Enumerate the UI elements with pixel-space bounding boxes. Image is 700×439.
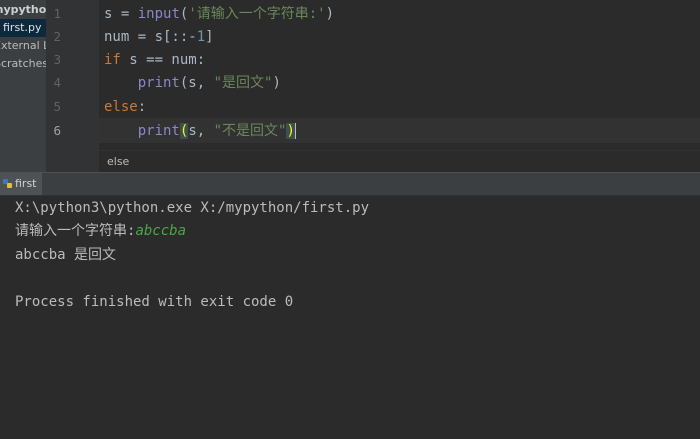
- code-editor[interactable]: s = input('请输入一个字符串:') num = s[::-1] if …: [99, 0, 700, 150]
- code-token: =: [112, 6, 138, 22]
- code-token-builtin: print: [137, 123, 180, 139]
- line-number: 5: [53, 99, 61, 114]
- console-prompt: 请输入一个字符串:: [15, 223, 136, 239]
- code-line-6[interactable]: print(s, "不是回文"): [104, 120, 296, 142]
- code-line-1[interactable]: s = input('请输入一个字符串:'): [104, 3, 334, 25]
- code-token-keyword: if: [104, 52, 121, 68]
- code-token-number: 1: [196, 29, 206, 45]
- project-external-libraries[interactable]: External Libraries: [0, 37, 46, 55]
- code-token-brace-match: ): [286, 123, 295, 139]
- code-token: :: [137, 99, 147, 115]
- code-token-string: '请输入一个字符串:': [188, 6, 326, 22]
- console-command-line: X:\python3\python.exe X:/mypython/first.…: [15, 200, 370, 216]
- code-line-3[interactable]: if s == num:: [104, 49, 205, 71]
- line-number: 4: [53, 75, 61, 90]
- code-token: num = s[::-: [104, 29, 197, 45]
- console-user-input: abccba: [135, 223, 187, 239]
- run-console[interactable]: X:\python3\python.exe X:/mypython/first.…: [0, 196, 700, 439]
- code-token-builtin: input: [137, 6, 180, 22]
- text-caret: [294, 123, 296, 139]
- code-token: ): [272, 75, 281, 91]
- breadcrumb-bar: else: [99, 150, 700, 173]
- console-prompt-line: 请输入一个字符串:abccba: [15, 219, 186, 243]
- project-sidebar: mypython first.py External Libraries Scr…: [0, 0, 47, 172]
- code-line-5[interactable]: else:: [104, 96, 146, 118]
- code-token-string: "是回文": [213, 75, 273, 91]
- code-token: ): [325, 6, 335, 22]
- line-number-gutter: 1 2 3 4 5 6: [47, 0, 99, 172]
- line-number: 6: [53, 123, 61, 138]
- code-token-string: "不是回文": [213, 123, 287, 139]
- line-number: 1: [53, 6, 61, 21]
- code-line-4[interactable]: print(s, "是回文"): [104, 72, 281, 94]
- code-token-keyword: else: [104, 99, 138, 115]
- console-result-line: abccba 是回文: [15, 247, 117, 263]
- run-tool-window-header: first: [0, 172, 700, 196]
- code-token: ]: [205, 29, 214, 45]
- code-token: s,: [188, 123, 214, 139]
- code-token: s == num:: [120, 52, 206, 68]
- console-exit-line: Process finished with exit code 0: [15, 294, 294, 310]
- code-token-builtin: print: [137, 75, 180, 91]
- code-line-2[interactable]: num = s[::-1]: [104, 26, 214, 48]
- run-tab-label: first: [15, 177, 37, 190]
- breadcrumb-item[interactable]: else: [107, 154, 129, 170]
- line-number: 2: [53, 29, 61, 44]
- line-number: 3: [53, 52, 61, 67]
- code-token: (s,: [179, 75, 214, 91]
- project-file-first-py[interactable]: first.py: [0, 19, 46, 37]
- python-run-icon: [3, 179, 12, 188]
- project-root-item[interactable]: mypython: [0, 1, 46, 19]
- project-scratches[interactable]: Scratches and Consoles: [0, 55, 46, 73]
- breadcrumb-gutter: [47, 150, 99, 172]
- run-tab-first[interactable]: first: [0, 173, 42, 195]
